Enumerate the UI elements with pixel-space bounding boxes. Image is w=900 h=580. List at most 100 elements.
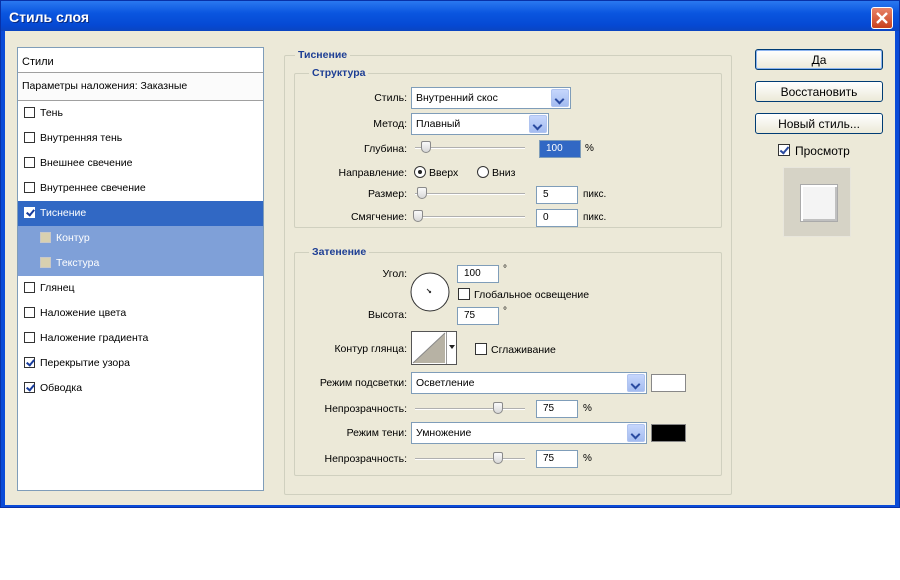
shadow-mode-select[interactable]: Умножение <box>411 422 647 444</box>
highlight-color-swatch[interactable] <box>651 374 686 392</box>
style-item-inner-glow[interactable]: Внутреннее свечение <box>18 176 263 201</box>
shading-title: Затенение <box>309 246 370 258</box>
antialias-checkbox[interactable] <box>475 343 487 355</box>
blending-options[interactable]: Параметры наложения: Заказные <box>18 73 263 101</box>
style-item-pattern-overlay[interactable]: Перекрытие узора <box>18 351 263 376</box>
dialog-body: Стили Параметры наложения: Заказные Тень… <box>5 31 895 505</box>
highlight-opacity-slider[interactable] <box>415 402 525 414</box>
gloss-contour-picker[interactable] <box>411 331 457 365</box>
checkbox[interactable] <box>24 207 35 218</box>
size-label: Размер: <box>367 188 407 200</box>
styles-list: Стили Параметры наложения: Заказные Тень… <box>17 47 264 491</box>
shadow-opacity-input[interactable]: 75 <box>536 450 578 468</box>
soften-unit: пикс. <box>583 212 607 223</box>
style-item-stroke[interactable]: Обводка <box>18 376 263 401</box>
structure-title: Структура <box>309 67 369 79</box>
close-icon <box>876 12 888 24</box>
close-button[interactable] <box>871 7 893 29</box>
slider-thumb[interactable] <box>421 141 431 153</box>
altitude-degree: ° <box>503 306 507 317</box>
reset-button[interactable]: Восстановить <box>755 81 883 102</box>
checkbox[interactable] <box>24 107 35 118</box>
chevron-down-icon[interactable] <box>446 332 456 364</box>
highlight-opacity-unit: % <box>583 403 592 414</box>
angle-label: Угол: <box>382 268 407 280</box>
depth-slider[interactable] <box>415 141 525 153</box>
checkbox[interactable] <box>24 132 35 143</box>
chevron-down-icon[interactable] <box>627 424 645 442</box>
shadow-opacity-slider[interactable] <box>415 452 525 464</box>
checkbox[interactable] <box>24 157 35 168</box>
new-style-button[interactable]: Новый стиль... <box>755 113 883 134</box>
layer-style-dialog: Стиль слоя Стили Параметры наложения: За… <box>0 0 900 508</box>
slider-thumb[interactable] <box>416 187 427 199</box>
checkbox[interactable] <box>40 257 51 268</box>
soften-input[interactable]: 0 <box>536 209 578 227</box>
size-input[interactable]: 5 <box>536 186 578 204</box>
direction-down-radio[interactable] <box>477 166 489 178</box>
size-slider[interactable] <box>415 187 525 199</box>
preview-checkbox[interactable] <box>778 144 790 156</box>
method-select[interactable]: Плавный <box>411 113 549 135</box>
chevron-down-icon[interactable] <box>529 115 547 133</box>
checkbox[interactable] <box>24 332 35 343</box>
shadow-opacity-label: Непрозрачность: <box>324 453 408 465</box>
chevron-down-icon[interactable] <box>551 89 569 107</box>
shadow-opacity-unit: % <box>583 453 592 464</box>
direction-down-label: Вниз <box>492 167 516 179</box>
depth-input[interactable]: 100 <box>539 140 581 158</box>
contour-icon <box>412 332 446 364</box>
size-unit: пикс. <box>583 189 607 200</box>
checkbox[interactable] <box>24 382 35 393</box>
angle-input[interactable]: 100 <box>457 265 499 283</box>
window-title: Стиль слоя <box>9 9 89 25</box>
styles-header[interactable]: Стили <box>18 48 263 73</box>
preview-thumbnail <box>800 184 838 222</box>
bevel-emboss-title: Тиснение <box>295 49 351 61</box>
altitude-input[interactable]: 75 <box>457 307 499 325</box>
style-item-outer-glow[interactable]: Внешнее свечение <box>18 151 263 176</box>
checkbox[interactable] <box>24 357 35 368</box>
antialias-label: Сглаживание <box>491 344 556 356</box>
style-item-drop-shadow[interactable]: Тень <box>18 101 263 126</box>
style-item-texture[interactable]: Текстура <box>18 251 263 276</box>
depth-label: Глубина: <box>363 143 407 155</box>
slider-thumb[interactable] <box>492 402 503 414</box>
style-item-color-overlay[interactable]: Наложение цвета <box>18 301 263 326</box>
preview-label: Просмотр <box>795 144 850 158</box>
direction-label: Направление: <box>338 167 407 179</box>
checkbox[interactable] <box>24 282 35 293</box>
style-item-inner-shadow[interactable]: Внутренняя тень <box>18 126 263 151</box>
direction-up-radio[interactable] <box>414 166 426 178</box>
style-preview <box>783 167 851 237</box>
slider-thumb[interactable] <box>413 210 424 222</box>
global-light-label: Глобальное освещение <box>474 289 590 301</box>
checkbox[interactable] <box>24 182 35 193</box>
highlight-mode-label: Режим подсветки: <box>319 377 407 389</box>
style-select[interactable]: Внутренний скос <box>411 87 571 109</box>
altitude-label: Высота: <box>368 309 407 321</box>
soften-label: Смягчение: <box>350 211 407 223</box>
chevron-down-icon[interactable] <box>627 374 645 392</box>
highlight-opacity-input[interactable]: 75 <box>536 400 578 418</box>
slider-thumb[interactable] <box>492 452 503 464</box>
shadow-color-swatch[interactable] <box>651 424 686 442</box>
angle-degree: ° <box>503 264 507 275</box>
highlight-mode-select[interactable]: Осветление <box>411 372 647 394</box>
direction-up-label: Вверх <box>429 167 459 179</box>
ok-button[interactable]: Да <box>755 49 883 70</box>
title-bar[interactable]: Стиль слоя <box>1 1 899 31</box>
checkbox[interactable] <box>24 307 35 318</box>
style-label: Стиль: <box>374 92 407 104</box>
shadow-mode-label: Режим тени: <box>346 427 407 439</box>
checkbox[interactable] <box>40 232 51 243</box>
global-light-checkbox[interactable] <box>458 288 470 300</box>
style-item-satin[interactable]: Глянец <box>18 276 263 301</box>
style-item-gradient-overlay[interactable]: Наложение градиента <box>18 326 263 351</box>
soften-slider[interactable] <box>413 210 525 222</box>
angle-dial[interactable] <box>409 271 451 313</box>
depth-unit: % <box>585 143 594 154</box>
style-item-contour[interactable]: Контур <box>18 226 263 251</box>
method-label: Метод: <box>373 118 407 130</box>
style-item-bevel-emboss[interactable]: Тиснение <box>18 201 263 226</box>
